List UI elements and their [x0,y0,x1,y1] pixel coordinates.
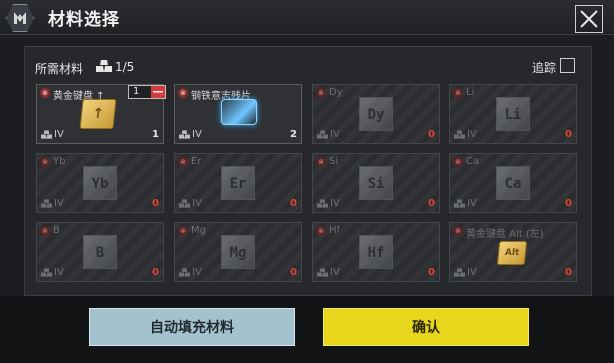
required-materials-label: 所需材料 [35,62,84,76]
material-name: Ca [466,156,480,167]
tier-icon [179,130,190,139]
tier-icon [41,268,52,277]
material-card-golden-keycap-alt[interactable]: ⊗ 黄金键盘 Alt (左) Alt IV 0 [449,222,577,282]
material-tier: IV [467,267,477,278]
material-count: 1 [152,129,159,140]
material-card-li[interactable]: ⊗ Li Li IV 0 [449,84,577,144]
alert-icon: ⊗ [316,226,326,236]
material-tier: IV [330,129,340,140]
material-card-hf[interactable]: ⊗ Hf Hf IV 0 [312,222,440,282]
material-tier: IV [330,267,340,278]
material-tier: IV [54,129,64,140]
material-card-steel-will-fragment[interactable]: ⊗ 钢铁意志残片 IV 2 [174,84,302,144]
material-name: Mg [191,225,206,236]
alert-icon: ⊗ [40,226,50,236]
material-card-dy[interactable]: ⊗ Dy Dy IV 0 [312,84,440,144]
material-name: Er [191,156,202,167]
material-name: Hf [329,225,341,236]
track-checkbox[interactable] [560,58,575,73]
material-tier: IV [467,198,477,209]
tier-icon [454,199,465,208]
decrease-button[interactable]: — [151,86,165,98]
header-bar: 材料选择 [0,0,614,35]
material-tier: IV [192,129,202,140]
steel-will-fragment-icon [221,99,257,125]
element-cube-icon: Mg [221,235,255,269]
material-name: Li [466,87,475,98]
element-cube-icon: Ca [496,166,530,200]
alert-icon: ⊗ [178,157,188,167]
material-tier: IV [467,129,477,140]
game-logo-icon [6,4,34,32]
close-button[interactable] [575,5,603,33]
alert-icon: ⊗ [453,88,463,98]
tier-icon [179,199,190,208]
tier-icon [454,268,465,277]
stepper-value: 1 [133,86,140,97]
material-count: 0 [428,267,435,278]
ingot-stack-icon [96,60,112,72]
element-cube-icon: Yb [83,166,117,200]
tier-icon [454,130,465,139]
close-icon [580,10,598,28]
element-cube-icon: Hf [359,235,393,269]
material-count: 0 [290,267,297,278]
material-count: 0 [428,129,435,140]
alert-icon: ⊗ [453,226,463,236]
track-label: 追踪 [532,61,557,75]
confirm-button[interactable]: 确认 [323,308,529,346]
element-cube-icon: Li [496,97,530,131]
tier-icon [317,199,328,208]
alert-icon: ⊗ [178,88,188,98]
alert-icon: ⊗ [316,88,326,98]
material-tier: IV [330,198,340,209]
golden-keycap-up-icon: ↑ [79,99,117,129]
tier-icon [179,268,190,277]
material-tier: IV [192,198,202,209]
quantity-stepper[interactable]: 1 — [128,85,166,99]
material-count: 0 [152,267,159,278]
tier-icon [317,130,328,139]
material-name: 黄金键盘 Alt (左) [466,229,544,240]
alert-icon: ⊗ [453,157,463,167]
tier-icon [41,199,52,208]
material-count: 0 [152,198,159,209]
page-title: 材料选择 [48,10,120,30]
material-card-si[interactable]: ⊗ Si Si IV 0 [312,153,440,213]
material-name: Dy [329,87,343,98]
material-count: 0 [565,198,572,209]
material-count: 0 [290,198,297,209]
material-name: Si [329,156,339,167]
material-card-er[interactable]: ⊗ Er Er IV 0 [174,153,302,213]
tier-icon [41,130,52,139]
material-name: B [53,225,60,236]
material-card-ca[interactable]: ⊗ Ca Ca IV 0 [449,153,577,213]
material-tier: IV [192,267,202,278]
element-cube-icon: Dy [359,97,393,131]
material-count: 0 [428,198,435,209]
element-cube-icon: B [83,235,117,269]
material-card-b[interactable]: ⊗ B B IV 0 [36,222,164,282]
alert-icon: ⊗ [40,157,50,167]
material-name: Yb [53,156,66,167]
required-materials-count: 1/5 [115,60,135,74]
element-cube-icon: Er [221,166,255,200]
tier-icon [317,268,328,277]
element-cube-icon: Si [359,166,393,200]
material-card-mg[interactable]: ⊗ Mg Mg IV 0 [174,222,302,282]
material-tier: IV [54,267,64,278]
material-count: 0 [565,267,572,278]
alert-icon: ⊗ [316,157,326,167]
material-card-yb[interactable]: ⊗ Yb Yb IV 0 [36,153,164,213]
alert-icon: ⊗ [178,226,188,236]
alert-icon: ⊗ [40,88,50,98]
material-tier: IV [54,198,64,209]
auto-fill-button[interactable]: 自动填充材料 [89,308,295,346]
material-count: 0 [565,129,572,140]
material-count: 2 [290,129,297,140]
golden-keycap-alt-icon: Alt [496,241,528,265]
